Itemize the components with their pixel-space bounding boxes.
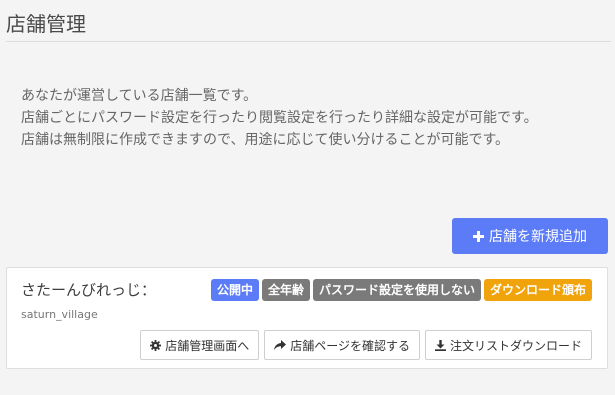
status-badge-all-ages: 全年齢: [261, 279, 310, 301]
shop-admin-button-label: 店舗管理画面へ: [165, 338, 250, 353]
shop-id: saturn_village: [21, 308, 98, 321]
intro-line: 店舗は無制限に作成できますので、用途に応じて使い分けることが可能です。: [21, 132, 510, 148]
status-badge-no-password: パスワード設定を使用しない: [312, 279, 481, 301]
add-shop-button[interactable]: 店舗を新規追加: [452, 218, 608, 254]
download-orders-button-label: 注文リストダウンロード: [449, 338, 582, 353]
shop-badges: 公開中 全年齢 パスワード設定を使用しない ダウンロード頒布: [210, 279, 592, 301]
shop-actions: 店舗管理画面へ 店舗ページを確認する 注文リストダウンロード: [140, 330, 592, 360]
intro-line: 店舗ごとにパスワード設定を行ったり閲覧設定を行ったり詳細な設定が可能です。: [21, 110, 538, 126]
intro-line: あなたが運営している店舗一覧です。: [21, 88, 258, 104]
shop-card: さたーんびれっじ： saturn_village 公開中 全年齢 パスワード設定…: [6, 267, 608, 369]
view-shop-page-button-label: 店舗ページを確認する: [290, 338, 410, 353]
download-icon: [434, 339, 446, 351]
status-badge-public: 公開中: [210, 279, 259, 301]
plus-icon: [473, 230, 484, 242]
page: 店舗管理 あなたが運営している店舗一覧です。 店舗ごとにパスワード設定を行ったり…: [0, 0, 615, 395]
download-orders-button[interactable]: 注文リストダウンロード: [424, 330, 592, 360]
shop-name: さたーんびれっじ：: [21, 281, 157, 299]
share-arrow-icon: [274, 339, 287, 351]
page-title: 店舗管理: [6, 12, 86, 36]
intro-text: あなたが運営している店舗一覧です。 店舗ごとにパスワード設定を行ったり閲覧設定を…: [21, 85, 601, 151]
gear-icon: [150, 339, 162, 351]
status-badge-download: ダウンロード頒布: [483, 279, 592, 301]
title-divider: [6, 41, 611, 42]
shop-admin-button[interactable]: 店舗管理画面へ: [140, 330, 260, 360]
add-shop-button-label: 店舗を新規追加: [489, 229, 587, 245]
view-shop-page-button[interactable]: 店舗ページを確認する: [264, 330, 420, 360]
